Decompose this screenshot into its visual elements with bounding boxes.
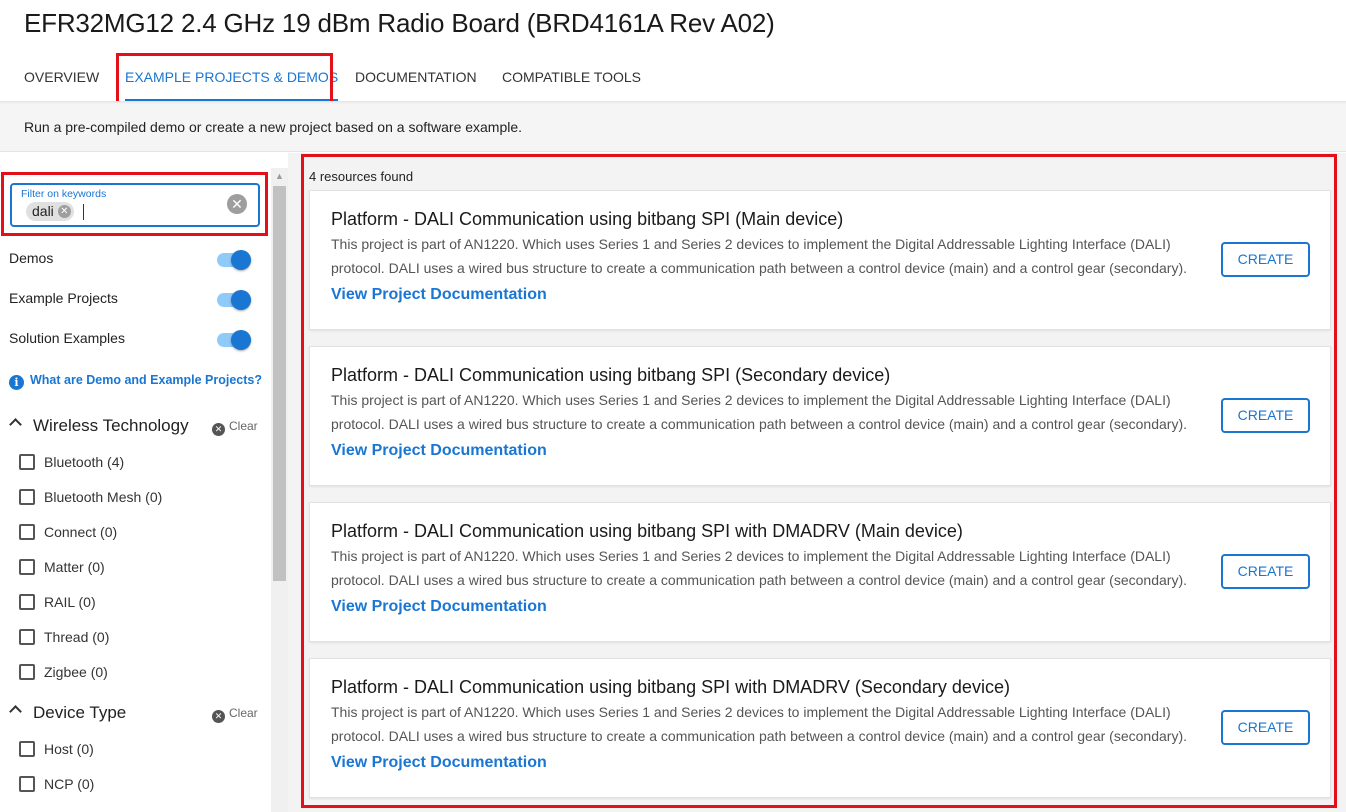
tab-overview[interactable]: OVERVIEW [24,60,99,100]
toggle-demos[interactable]: Demos [9,247,259,271]
checkbox-label: Host (0) [44,741,94,757]
checkbox-label: Matter (0) [44,559,105,575]
toggle-knob[interactable] [231,330,251,350]
checkbox[interactable] [19,489,35,505]
chevron-up-icon[interactable] [9,418,22,431]
checkbox[interactable] [19,629,35,645]
checkbox[interactable] [19,524,35,540]
toggle-label: Demos [9,250,54,266]
toggle-example-projects[interactable]: Example Projects [9,287,259,311]
page-title: EFR32MG12 2.4 GHz 19 dBm Radio Board (BR… [24,8,775,38]
checkbox-label: Bluetooth Mesh (0) [44,489,163,505]
tab-compatible-tools[interactable]: COMPATIBLE TOOLS [502,60,641,100]
checkbox[interactable] [19,741,35,757]
checkbox-label: NCP (0) [44,776,95,792]
toggle-label: Example Projects [9,290,118,306]
toggle-knob[interactable] [231,290,251,310]
section-device-type[interactable]: Device Type ✕ Clear [9,703,259,727]
tab-documentation[interactable]: DOCUMENTATION [355,60,477,100]
clear-wireless-button[interactable]: ✕ Clear [212,419,258,436]
toggle-knob[interactable] [231,250,251,270]
checkbox-label: RAIL (0) [44,594,96,610]
toggle-solution-examples[interactable]: Solution Examples [9,327,259,351]
checkbox[interactable] [19,454,35,470]
checkbox[interactable] [19,776,35,792]
info-circle-icon: i [9,375,24,390]
close-circle-icon: ✕ [212,423,225,436]
demo-info-link-label: What are Demo and Example Projects? [30,373,263,387]
demo-info-link[interactable]: i What are Demo and Example Projects? [9,373,262,390]
toggle-label: Solution Examples [9,330,125,346]
chevron-up-icon[interactable] [9,705,22,718]
scroll-up-arrow-icon[interactable]: ▲ [271,168,288,185]
section-title: Device Type [33,703,127,722]
filter-highlight-frame [1,172,268,236]
checkbox-label: Connect (0) [44,524,118,540]
clear-label: Clear [229,419,258,433]
clear-device-type-button[interactable]: ✕ Clear [212,706,258,723]
results-highlight-frame [301,154,1337,808]
sidebar-scroll-thumb[interactable] [273,186,286,581]
checkbox-label: Thread (0) [44,629,110,645]
checkbox-label: Zigbee (0) [44,664,108,680]
section-wireless-technology[interactable]: Wireless Technology ✕ Clear [9,416,259,440]
close-circle-icon: ✕ [212,710,225,723]
section-title: Wireless Technology [33,416,189,435]
page-description-bar: Run a pre-compiled demo or create a new … [0,104,1346,152]
page-description: Run a pre-compiled demo or create a new … [24,119,523,135]
clear-label: Clear [229,706,258,720]
checkbox-label: Bluetooth (4) [44,454,125,470]
checkbox[interactable] [19,559,35,575]
checkbox[interactable] [19,664,35,680]
checkbox[interactable] [19,594,35,610]
